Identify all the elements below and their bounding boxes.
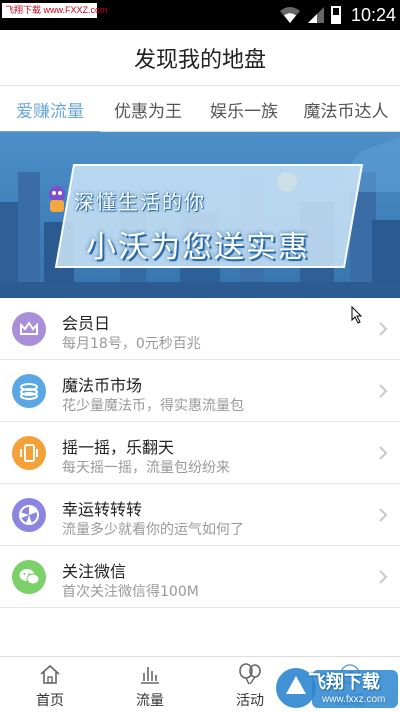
list-item-lucky-wheel[interactable]: 幸运转转转 流量多少就看你的运气如何了 — [0, 484, 400, 546]
battery-icon — [330, 6, 341, 24]
list-item-shake[interactable]: 摇一摇，乐翻天 每天摇一摇，流量包纷纷来 — [0, 422, 400, 484]
nav-home[interactable]: 首页 — [0, 657, 100, 712]
mascot-icon — [49, 186, 65, 212]
phone-shake-icon — [12, 436, 46, 470]
brand-watermark-name: 飞翔下载 — [308, 672, 380, 693]
list-item-title: 会员日 — [62, 314, 111, 333]
status-bar: 飞翔下载 www.FXXZ.com 10:24 — [0, 0, 400, 30]
nav-label: 流量 — [136, 693, 164, 709]
balloons-icon — [239, 663, 261, 685]
wechat-icon — [12, 560, 46, 594]
bar-chart-icon — [141, 667, 159, 684]
list-item-title: 关注微信 — [62, 562, 127, 581]
nav-label: 首页 — [36, 693, 64, 709]
tab-bar: 爱赚流量 优惠为王 娱乐一族 魔法币达人 — [0, 86, 400, 133]
chevron-right-icon — [379, 384, 388, 398]
list-item-magic-coin-market[interactable]: 魔法币市场 花少量魔法币，得实惠流量包 — [0, 360, 400, 422]
banner-slogan: 小沃为您送实惠 — [86, 230, 310, 265]
nav-traffic[interactable]: 流量 — [100, 657, 200, 712]
crown-icon — [12, 312, 46, 346]
home-icon — [40, 664, 60, 684]
tab-earn-traffic[interactable]: 爱赚流量 — [0, 86, 100, 133]
brand-watermark-url: www.fxxz.com — [322, 694, 386, 705]
wheel-icon — [12, 498, 46, 532]
chevron-right-icon — [379, 508, 388, 522]
wifi-icon — [279, 7, 300, 23]
list-item-title: 摇一摇，乐翻天 — [62, 438, 175, 457]
list-item-subtitle: 首次关注微信得100M — [62, 584, 199, 600]
list-item-subtitle: 流量多少就看你的运气如何了 — [62, 522, 244, 538]
page-header: 发现我的地盘 — [0, 30, 400, 86]
tab-discount-king[interactable]: 优惠为王 — [100, 86, 196, 132]
list-item-member-day[interactable]: 会员日 每月18号，0元秒百兆 — [0, 298, 400, 360]
list-item-title: 魔法币市场 — [62, 376, 143, 395]
tab-entertainment[interactable]: 娱乐一族 — [196, 86, 292, 132]
list-item-subtitle: 花少量魔法币，得实惠流量包 — [62, 398, 244, 414]
signal-icon — [307, 7, 324, 23]
chevron-right-icon — [379, 446, 388, 460]
banner-headline: 深懂生活的你 — [74, 190, 206, 214]
page-title: 发现我的地盘 — [133, 47, 266, 73]
list-item-title: 幸运转转转 — [62, 500, 143, 519]
tab-magic-coin-expert[interactable]: 魔法币达人 — [292, 86, 400, 132]
watermark-label: 飞翔下载 www.FXXZ.com — [2, 3, 108, 18]
status-icons: 10:24 — [279, 4, 396, 26]
list-item-subtitle: 每天摇一摇，流量包纷纷来 — [62, 460, 230, 476]
coins-icon — [12, 374, 46, 408]
status-time: 10:24 — [350, 4, 396, 25]
chevron-right-icon — [379, 322, 388, 336]
chevron-right-icon — [379, 570, 388, 584]
list-item-follow-wechat[interactable]: 关注微信 首次关注微信得100M — [0, 546, 400, 608]
list-item-subtitle: 每月18号，0元秒百兆 — [62, 336, 201, 352]
